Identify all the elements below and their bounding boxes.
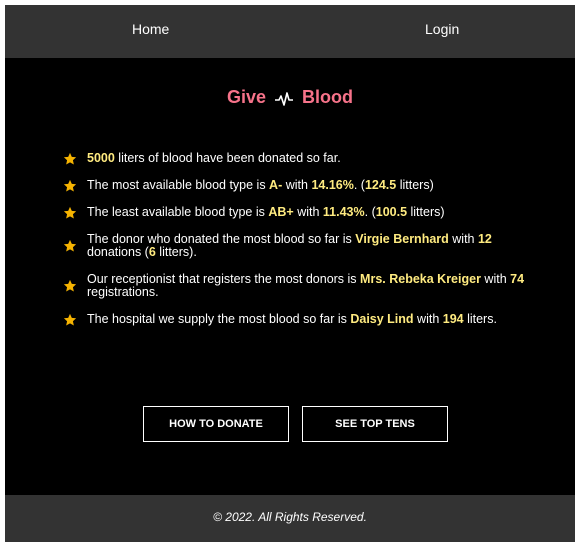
star-icon (63, 152, 77, 165)
stat-text: The hospital we supply the most blood so… (87, 312, 351, 326)
nav-home-link[interactable]: Home (132, 21, 169, 37)
page-title: Give Blood (5, 87, 575, 108)
stat-text: liters of blood have been donated so far… (114, 151, 341, 165)
how-to-donate-button[interactable]: HOW TO DONATE (143, 406, 289, 442)
stat-highlight: 74 (510, 272, 525, 286)
stat-highlight: Mrs. Rebeka Kreiger (360, 272, 481, 286)
stat-item-top-hospital: The hospital we supply the most blood so… (63, 313, 533, 326)
stat-highlight: Daisy Lind (350, 312, 414, 326)
stat-text: liters. (463, 312, 497, 326)
stat-text: . ( (364, 205, 376, 219)
stat-highlight: 5000 (87, 151, 115, 165)
star-icon (63, 206, 77, 219)
copyright-text: © 2022. All Rights Reserved. (213, 510, 367, 524)
nav-login-link[interactable]: Login (425, 21, 459, 37)
stat-highlight: 124.5 (364, 178, 397, 192)
stat-text: The least available blood type is (87, 205, 269, 219)
heartbeat-icon (275, 92, 294, 106)
title-blood: Blood (302, 87, 354, 107)
stat-highlight: 194 (442, 312, 464, 326)
star-icon (63, 313, 77, 326)
stat-text: The most available blood type is (87, 178, 270, 192)
stat-text: . ( (353, 178, 365, 192)
star-icon (63, 179, 77, 192)
stat-item-top-receptionist: Our receptionist that registers the most… (63, 273, 533, 299)
stat-text: with (282, 178, 312, 192)
stat-highlight: A- (269, 178, 283, 192)
stat-highlight: 12 (477, 232, 492, 246)
star-icon (63, 239, 77, 252)
stat-text: donations ( (87, 245, 149, 259)
title-give: Give (226, 87, 266, 107)
stat-text: registrations. (87, 285, 159, 299)
stat-item-least-available-type: The least available blood type is AB+ wi… (63, 206, 533, 219)
stat-highlight: 6 (148, 245, 156, 259)
stat-highlight: 14.16% (311, 178, 354, 192)
stat-highlight: 100.5 (375, 205, 408, 219)
stat-text: litters) (407, 205, 445, 219)
stat-text: litters) (396, 178, 434, 192)
stat-text: Our receptionist that registers the most… (87, 272, 361, 286)
stat-text: with (413, 312, 443, 326)
app-frame: Home Login Give Blood 5000 liters of blo… (5, 5, 575, 542)
stat-text: The donor who donated the most blood so … (87, 232, 356, 246)
stat-item-top-donor: The donor who donated the most blood so … (63, 233, 533, 259)
top-navbar: Home Login (5, 5, 575, 58)
stat-highlight: 11.43% (322, 205, 365, 219)
page-footer: © 2022. All Rights Reserved. (5, 495, 575, 542)
star-icon (63, 279, 77, 292)
see-top-tens-button[interactable]: SEE TOP TENS (302, 406, 448, 442)
stat-item-most-available-type: The most available blood type is A- with… (63, 179, 533, 192)
stat-text: litters). (155, 245, 197, 259)
stat-item-total-donated: 5000 liters of blood have been donated s… (63, 152, 533, 165)
stat-highlight: Virgie Bernhard (355, 232, 449, 246)
stats-list: 5000 liters of blood have been donated s… (63, 152, 533, 340)
stat-text: with (480, 272, 511, 286)
stat-highlight: AB+ (268, 205, 294, 219)
stat-text: with (448, 232, 478, 246)
stat-text: with (293, 205, 323, 219)
